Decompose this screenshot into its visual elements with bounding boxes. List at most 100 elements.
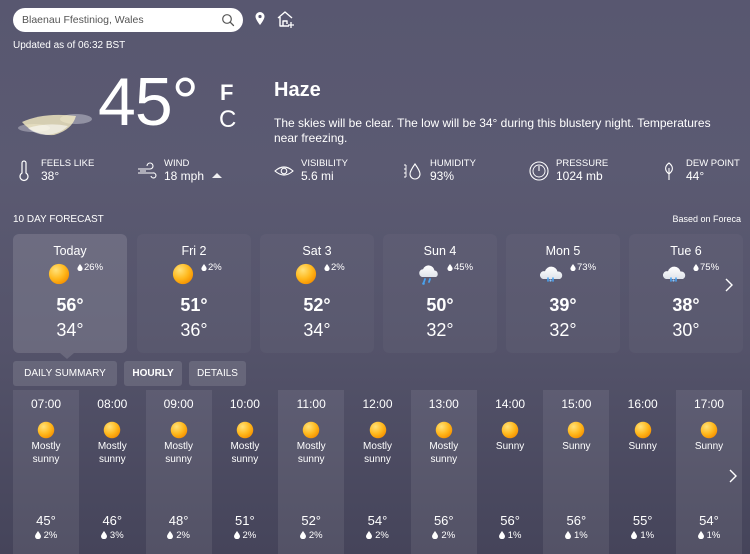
stat-value: 5.6 mi bbox=[301, 169, 334, 183]
hourly-item[interactable]: 16:00 Sunny 55° 1% bbox=[610, 390, 676, 554]
hour-temp: 46° bbox=[102, 513, 123, 528]
hour-condition: Mostly sunny bbox=[296, 441, 326, 465]
sun-icon bbox=[567, 421, 585, 439]
raindrop-icon bbox=[631, 531, 637, 539]
hour-precip: 2% bbox=[13, 530, 79, 541]
forecast-next-chevron-icon[interactable] bbox=[722, 276, 736, 294]
hour-condition: Mostly sunny bbox=[363, 441, 392, 465]
stat-label: VISIBILITY bbox=[301, 158, 348, 169]
raindrop-icon bbox=[432, 531, 438, 539]
hour-time: 15:00 bbox=[561, 397, 592, 411]
raindrop-icon bbox=[35, 531, 41, 539]
sun-icon bbox=[302, 421, 320, 439]
day-card[interactable]: Today 26% 56° 34° bbox=[13, 234, 127, 353]
hour-time: 10:00 bbox=[229, 397, 260, 411]
day-name: Today bbox=[53, 244, 87, 258]
dew-point-icon bbox=[665, 162, 673, 180]
sleet-cloud-icon bbox=[540, 263, 564, 285]
stat-value: 38° bbox=[41, 169, 60, 183]
current-temperature: 45° bbox=[98, 64, 199, 140]
day-card[interactable]: Mon 5 73% 39° 32° bbox=[506, 234, 620, 353]
forecast-title: 10 DAY FORECAST bbox=[13, 214, 104, 225]
day-low: 32° bbox=[426, 320, 454, 340]
sun-icon bbox=[369, 421, 387, 439]
stat-label: PRESSURE bbox=[556, 158, 609, 169]
hour-temp: 56° bbox=[566, 513, 587, 528]
eye-icon bbox=[274, 166, 294, 176]
day-high: 50° bbox=[426, 295, 454, 315]
stat-humidity: HUMIDITY 93% bbox=[402, 158, 476, 184]
raindrop-icon bbox=[698, 531, 704, 539]
hour-time: 11:00 bbox=[296, 397, 326, 411]
day-high: 52° bbox=[303, 295, 331, 315]
day-high: 56° bbox=[56, 295, 84, 315]
hour-condition: Sunny bbox=[562, 441, 591, 452]
hourly-item[interactable]: 11:00 Mostly sunny 52° 2% bbox=[278, 390, 345, 554]
hour-precip: 3% bbox=[79, 530, 145, 541]
day-card[interactable]: Fri 2 2% 51° 36° bbox=[137, 234, 251, 353]
search-box[interactable] bbox=[13, 8, 243, 32]
stat-dew-point: DEW POINT 44° bbox=[658, 158, 740, 184]
hourly-item[interactable]: 09:00 Mostly sunny 48° 2% bbox=[145, 390, 212, 554]
unit-fahrenheit-toggle[interactable]: F bbox=[220, 80, 233, 106]
day-name: Tue 6 bbox=[670, 244, 702, 258]
thermometer-icon bbox=[19, 160, 29, 181]
hour-time: 13:00 bbox=[428, 397, 459, 411]
search-icon[interactable] bbox=[221, 13, 235, 27]
sun-icon bbox=[700, 421, 718, 439]
hour-precip: 1% bbox=[477, 530, 543, 541]
hourly-item[interactable]: 15:00 Sunny 56° 1% bbox=[543, 390, 610, 554]
hour-time: 08:00 bbox=[97, 397, 128, 411]
add-favorite-home-icon[interactable] bbox=[275, 9, 295, 29]
hour-time: 12:00 bbox=[362, 397, 393, 411]
raindrop-icon bbox=[77, 264, 83, 271]
tab-daily-summary[interactable]: DAILY SUMMARY bbox=[13, 361, 117, 386]
hour-precip: 1% bbox=[676, 530, 742, 541]
stat-value: 1024 mb bbox=[556, 169, 603, 183]
day-low: 34° bbox=[56, 320, 84, 340]
sun-icon bbox=[294, 263, 318, 285]
tab-hourly[interactable]: HOURLY bbox=[124, 361, 182, 386]
sun-icon bbox=[171, 263, 195, 285]
day-card[interactable]: Sat 3 2% 52° 34° bbox=[260, 234, 374, 353]
day-card[interactable]: Sun 4 45% 50° 32° bbox=[383, 234, 497, 353]
tab-details[interactable]: DETAILS bbox=[189, 361, 246, 386]
hourly-item[interactable]: 13:00 Mostly sunny 56° 2% bbox=[410, 390, 477, 554]
stat-visibility: VISIBILITY 5.6 mi bbox=[273, 158, 348, 184]
hour-temp: 56° bbox=[433, 513, 454, 528]
hour-time: 17:00 bbox=[693, 397, 725, 411]
day-low: 36° bbox=[180, 320, 208, 340]
raindrop-icon bbox=[300, 531, 306, 539]
hour-time: 09:00 bbox=[163, 397, 194, 411]
stat-feels-like: FEELS LIKE 38° bbox=[13, 158, 94, 184]
unit-celsius-toggle[interactable]: C bbox=[219, 106, 236, 134]
raindrop-icon bbox=[234, 531, 240, 539]
wind-icon bbox=[138, 162, 157, 179]
hourly-item[interactable]: 14:00 Sunny 56° 1% bbox=[477, 390, 543, 554]
hour-temp: 55° bbox=[632, 513, 653, 528]
raindrop-icon bbox=[167, 531, 173, 539]
weather-description: The skies will be clear. The low will be… bbox=[274, 116, 711, 145]
hour-temp: 45° bbox=[36, 513, 56, 528]
hourly-item[interactable]: 07:00 Mostly sunny 45° 2% bbox=[13, 390, 79, 554]
day-high: 51° bbox=[180, 295, 208, 315]
hour-precip: 1% bbox=[610, 530, 676, 541]
day-precip: 45% bbox=[447, 262, 473, 273]
hour-condition: Sunny bbox=[495, 441, 525, 452]
pressure-gauge-icon bbox=[529, 161, 549, 181]
hour-temp: 51° bbox=[235, 513, 255, 528]
hour-temp: 52° bbox=[301, 513, 322, 528]
hourly-next-chevron-icon[interactable] bbox=[726, 467, 740, 485]
location-pin-icon[interactable] bbox=[251, 9, 269, 29]
humidity-icon bbox=[404, 163, 421, 180]
location-search-input[interactable] bbox=[22, 14, 221, 26]
raindrop-icon bbox=[565, 531, 571, 539]
day-low: 34° bbox=[303, 320, 331, 340]
hourly-item[interactable]: 12:00 Mostly sunny 54° 2% bbox=[345, 390, 411, 554]
hourly-item[interactable]: 10:00 Mostly sunny 51° 2% bbox=[212, 390, 278, 554]
hourly-item[interactable]: 08:00 Mostly sunny 46° 3% bbox=[79, 390, 145, 554]
day-name: Fri 2 bbox=[181, 244, 207, 258]
stat-value: 93% bbox=[430, 169, 455, 183]
day-precip: 75% bbox=[693, 262, 719, 273]
last-updated-text: Updated as of 06:32 BST bbox=[13, 40, 126, 51]
